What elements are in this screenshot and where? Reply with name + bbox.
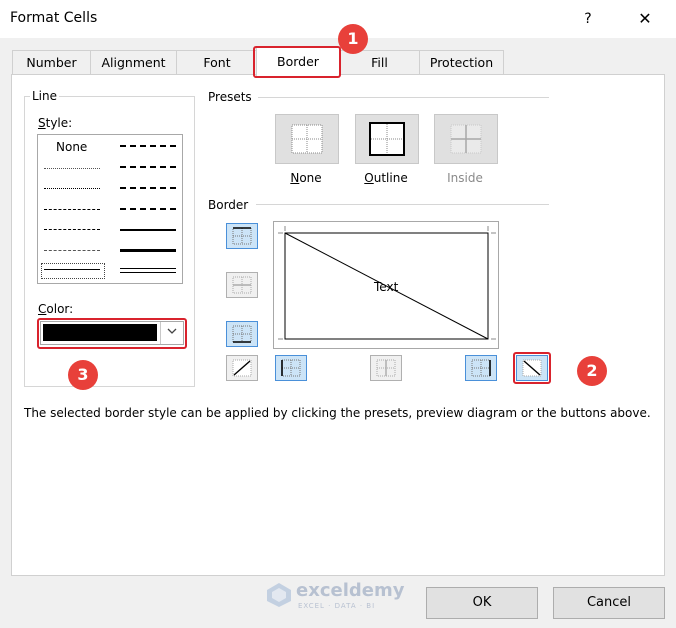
- line-legend: Line: [30, 89, 60, 103]
- color-highlight: [37, 318, 187, 349]
- hint-text: The selected border style can be applied…: [24, 406, 651, 420]
- preset-inside-label: Inside: [447, 171, 483, 185]
- border-left-button[interactable]: [275, 355, 307, 381]
- step-badge-2: 2: [577, 356, 607, 386]
- preset-none-button[interactable]: [275, 114, 339, 164]
- watermark-name: exceldemy: [296, 580, 405, 601]
- border-left-icon: [281, 359, 301, 377]
- preset-outline-icon: [369, 122, 405, 156]
- border-inside-horizontal-button[interactable]: [226, 272, 258, 298]
- border-right-button[interactable]: [465, 355, 497, 381]
- border-inside-vertical-icon: [376, 359, 396, 377]
- cancel-button[interactable]: Cancel: [553, 587, 665, 619]
- border-right-icon: [471, 359, 491, 377]
- style-label: Style:: [38, 116, 73, 130]
- preset-inside-button[interactable]: [434, 114, 498, 164]
- border-legend: Border: [208, 198, 249, 212]
- diagonal-up-icon: [232, 359, 252, 377]
- style-double[interactable]: [120, 268, 176, 273]
- border-inside-vertical-button[interactable]: [370, 355, 402, 381]
- preset-none-label: None: [290, 171, 322, 185]
- style-dash-dot-dot[interactable]: [44, 209, 100, 210]
- step-badge-1: 1: [338, 24, 368, 54]
- watermark-tagline: EXCEL · DATA · BI: [298, 602, 376, 610]
- exceldemy-logo-icon: [267, 583, 291, 607]
- border-diagonal-up-button[interactable]: [226, 355, 258, 381]
- presets-legend: Presets: [208, 90, 252, 104]
- tab-font[interactable]: Font: [176, 50, 258, 75]
- style-slant-dash-dot[interactable]: [120, 166, 176, 168]
- border-bottom-icon: [232, 325, 252, 343]
- border-separator: [256, 204, 549, 205]
- presets-separator: [258, 97, 549, 98]
- watermark: exceldemy EXCEL · DATA · BI: [266, 580, 416, 614]
- tab-protection[interactable]: Protection: [419, 50, 504, 75]
- style-medium-dash-dot-dot[interactable]: [120, 145, 176, 147]
- style-medium[interactable]: [120, 229, 176, 231]
- style-none[interactable]: None: [56, 140, 87, 154]
- ok-button[interactable]: OK: [426, 587, 538, 619]
- border-bottom-button[interactable]: [226, 321, 258, 347]
- style-thick[interactable]: [120, 249, 176, 252]
- color-label: Color:: [38, 302, 74, 316]
- border-inside-horizontal-icon: [232, 276, 252, 294]
- help-button[interactable]: ?: [574, 6, 602, 32]
- preset-none-icon: [291, 124, 323, 154]
- style-dotted[interactable]: [44, 188, 100, 189]
- style-selected-frame: [41, 263, 105, 279]
- style-hair[interactable]: [44, 168, 100, 169]
- tab-alignment[interactable]: Alignment: [90, 50, 177, 75]
- close-button[interactable]: ✕: [630, 6, 660, 32]
- tab-highlight: [253, 46, 341, 78]
- border-preview[interactable]: Text: [273, 221, 499, 349]
- style-dashed[interactable]: [44, 250, 100, 251]
- style-list[interactable]: None: [37, 134, 183, 284]
- style-dash-dot[interactable]: [44, 229, 100, 230]
- diagonal-down-highlight: [513, 352, 551, 384]
- border-top-button[interactable]: [226, 223, 258, 249]
- style-thin[interactable]: [44, 269, 100, 270]
- preset-inside-icon: [450, 124, 482, 154]
- tab-number[interactable]: Number: [12, 50, 91, 75]
- preset-outline-button[interactable]: [355, 114, 419, 164]
- dialog-title: Format Cells: [10, 10, 98, 26]
- preview-text: Text: [374, 280, 399, 294]
- style-medium-dashed[interactable]: [120, 208, 176, 210]
- style-medium-dash-dot[interactable]: [120, 187, 176, 189]
- step-badge-3: 3: [68, 360, 98, 390]
- preset-outline-label: Outline: [364, 171, 408, 185]
- border-top-icon: [232, 227, 252, 245]
